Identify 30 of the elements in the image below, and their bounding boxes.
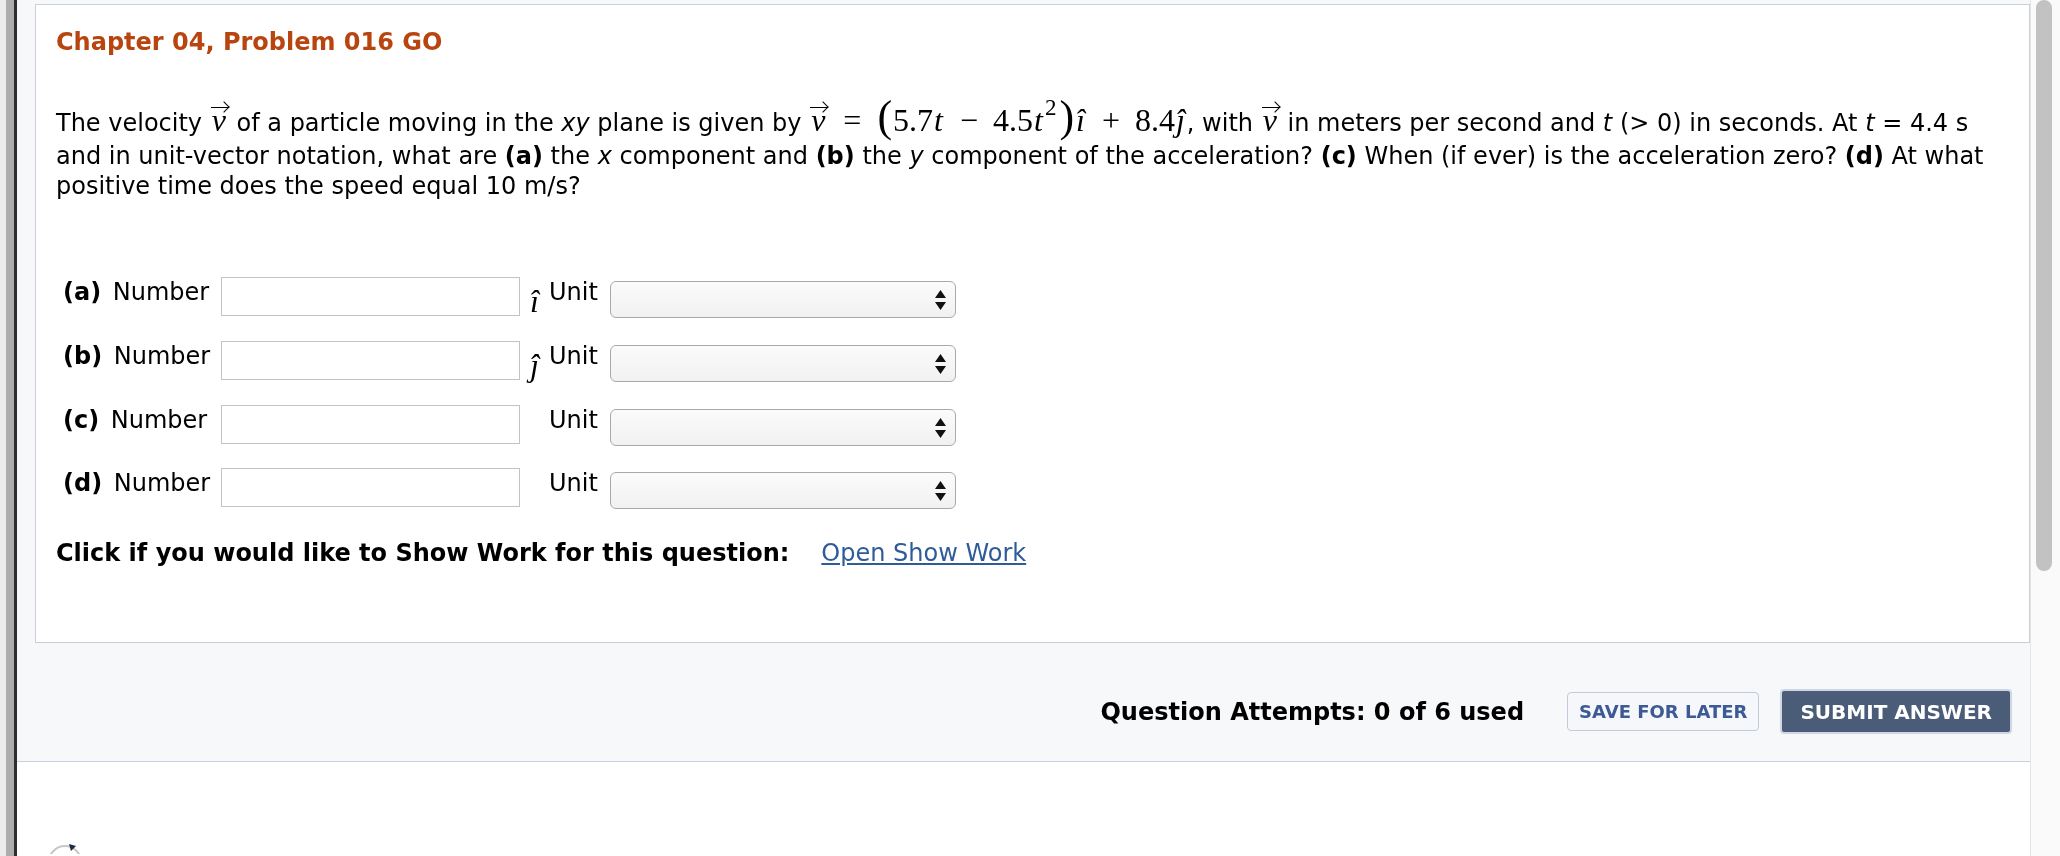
- unit-vector-symbol: î: [530, 282, 539, 320]
- scrollbar-thumb[interactable]: [2036, 0, 2052, 571]
- number-field[interactable]: [221, 341, 520, 381]
- number-field[interactable]: [221, 405, 520, 445]
- unit-select[interactable]: [610, 472, 956, 510]
- show-work-prompt: Click if you would like to Show Work for this question:: [56, 538, 790, 569]
- open-show-work-link[interactable]: Open Show Work: [821, 538, 1027, 569]
- save-for-later-button[interactable]: SAVE FOR LATER: [1567, 692, 1760, 732]
- unit-select[interactable]: [610, 281, 956, 319]
- unit-label: Unit: [549, 469, 598, 498]
- up-down-arrows-icon: [935, 289, 946, 310]
- answer-label: (c) Number: [62, 405, 209, 436]
- unit-select[interactable]: [610, 409, 956, 447]
- problem-text: The velocity v of a particle moving in the xy plane is given by v = (5.7t − 4.5t$^{2}$)î + 8.4ĵ, with v in meters per second and t (> 0) in seconds. At t = 4.4 s and in unit-vector notation, what are (a) the x component and (b) the y component of the acceleration? (c) When (if ever) is the acceleration zero? (d) At what positive time does the speed equal 10 m/s?: [56, 93, 1985, 202]
- answer-label: (b) Number: [62, 341, 212, 372]
- unit-select[interactable]: [610, 345, 956, 383]
- attempts-counter: Question Attempts: 0 of 6 used: [1100, 696, 1525, 727]
- unit-label: Unit: [549, 278, 598, 307]
- answer-label: (a) Number: [62, 277, 211, 308]
- circular-arrow-icon[interactable]: [48, 843, 82, 855]
- submit-answer-button[interactable]: SUBMIT ANSWER: [1780, 689, 2012, 735]
- problem-title: Chapter 04, Problem 016 GO: [56, 27, 443, 57]
- answer-label: (d) Number: [62, 468, 212, 499]
- unit-label: Unit: [549, 406, 598, 435]
- up-down-arrows-icon: [935, 417, 946, 438]
- up-down-arrows-icon: [935, 480, 946, 501]
- number-field[interactable]: [221, 277, 520, 317]
- unit-label: Unit: [549, 342, 598, 371]
- number-field[interactable]: [221, 468, 520, 508]
- up-down-arrows-icon: [935, 353, 946, 374]
